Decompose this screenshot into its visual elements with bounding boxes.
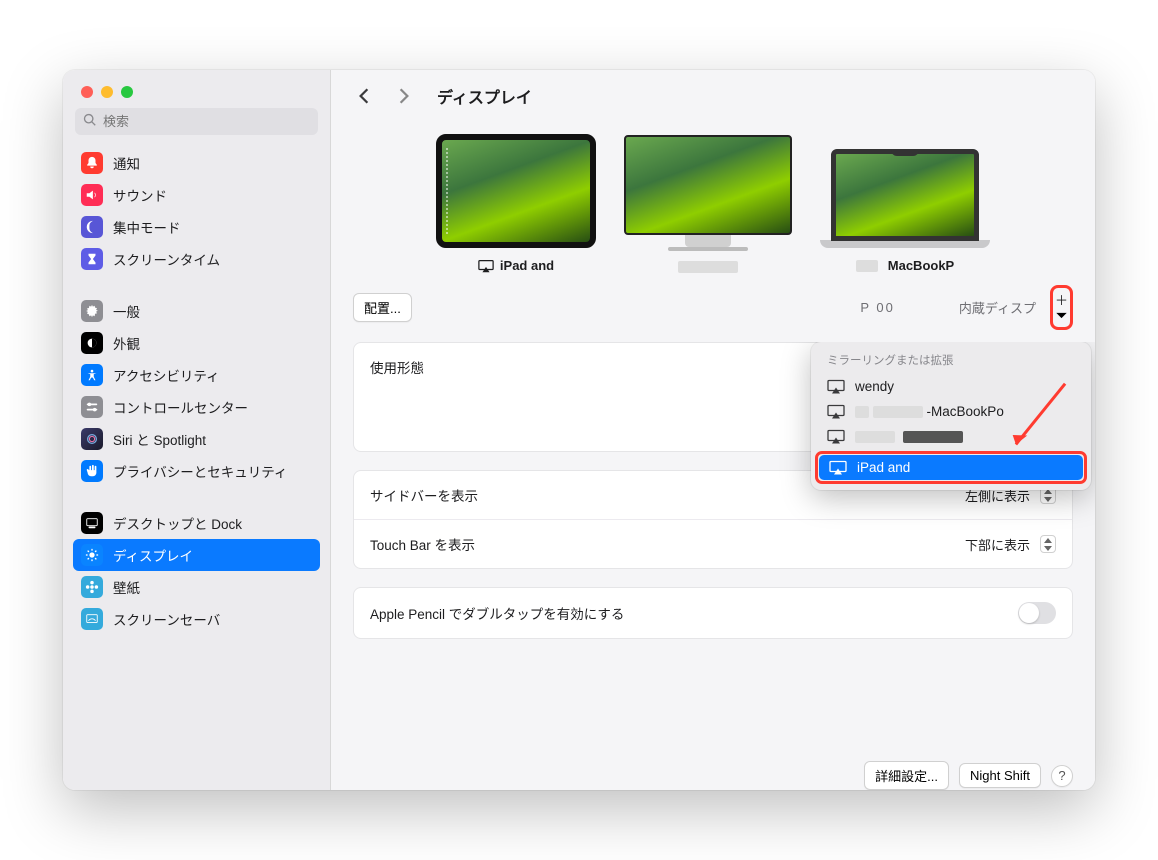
brightness-icon [81, 544, 103, 566]
show-touchbar-label: Touch Bar を表示 [370, 534, 965, 554]
arrangement-controls: 配置... P 00 内蔵ディスプ ＋ [331, 277, 1095, 342]
sidebar-item-label: アクセシビリティ [113, 365, 220, 385]
arrange-button[interactable]: 配置... [353, 293, 412, 322]
sidebar-item-screentime[interactable]: スクリーンタイム [73, 243, 320, 275]
sidebar-item-sound[interactable]: サウンド [73, 179, 320, 211]
hand-icon [81, 460, 103, 482]
screensaver-icon [81, 608, 103, 630]
night-shift-button[interactable]: Night Shift [959, 763, 1041, 788]
display-macbook[interactable]: MacBookP [820, 149, 990, 273]
bell-icon [81, 152, 103, 174]
moon-icon [81, 216, 103, 238]
main-content: ディスプレイ iPad and MacBoo [331, 70, 1095, 790]
close-button[interactable] [81, 86, 93, 98]
sidebar-item-focus[interactable]: 集中モード [73, 211, 320, 243]
sidebar-item-label: デスクトップと Dock [113, 513, 242, 533]
maximize-button[interactable] [121, 86, 133, 98]
sidebar-item-privacy[interactable]: プライバシーとセキュリティ [73, 455, 320, 487]
pencil-doubletap-switch[interactable] [1018, 602, 1056, 624]
appearance-icon [81, 332, 103, 354]
header: ディスプレイ [331, 70, 1095, 118]
sidebar-item-wallpaper[interactable]: 壁紙 [73, 571, 320, 603]
sidebar-item-label: サウンド [113, 185, 167, 205]
forward-button[interactable] [393, 85, 415, 107]
display-ipad[interactable]: iPad and [436, 134, 596, 273]
sidebar-item-label: コントロールセンター [113, 397, 248, 417]
panel-pencil: Apple Pencil でダブルタップを有効にする [353, 587, 1073, 639]
popover-section-title: ミラーリングまたは拡張 [817, 350, 1085, 374]
sidebar-item-desktop[interactable]: デスクトップと Dock [73, 507, 320, 539]
sidebar-item-displays[interactable]: ディスプレイ [73, 539, 320, 571]
popover-item-label: iPad and [857, 460, 910, 475]
sidebar-item-label: スクリーンタイム [113, 249, 220, 269]
sidebar-item-label: 通知 [113, 153, 140, 173]
sidebar-item-label: 一般 [113, 301, 140, 321]
sidebar-item-label: ディスプレイ [113, 545, 193, 565]
accessibility-icon [81, 364, 103, 386]
speaker-icon [81, 184, 103, 206]
sidebar-item-label: 外観 [113, 333, 140, 353]
sidebar-item-appearance[interactable]: 外観 [73, 327, 320, 359]
dock-icon [81, 512, 103, 534]
search-icon [83, 113, 103, 130]
popover-item-label: -MacBookPo [855, 404, 1004, 419]
back-button[interactable] [353, 85, 375, 107]
annotation-highlight-add: ＋ [1050, 285, 1073, 330]
display-name: iPad and [500, 258, 554, 273]
popover-item-label: wendy [855, 379, 894, 394]
flower-icon [81, 576, 103, 598]
sidebar-item-label: プライバシーとセキュリティ [113, 461, 287, 481]
sidebar-item-general[interactable]: 一般 [73, 295, 320, 327]
gear-icon [81, 300, 103, 322]
hourglass-icon [81, 248, 103, 270]
search-input[interactable] [103, 114, 310, 129]
display-subtitle: 内蔵ディスプ [959, 298, 1036, 317]
help-button[interactable]: ? [1051, 765, 1073, 787]
add-display-button[interactable]: ＋ [1055, 293, 1068, 308]
search-field[interactable] [75, 108, 318, 135]
window-controls [63, 70, 330, 108]
display-name: MacBookP [888, 258, 954, 273]
stepper-icon [1040, 535, 1056, 553]
sidebar-item-accessibility[interactable]: アクセシビリティ [73, 359, 320, 391]
airplay-icon [478, 259, 494, 273]
sliders-icon [81, 396, 103, 418]
page-title: ディスプレイ [437, 84, 532, 108]
sidebar-item-screensaver[interactable]: スクリーンセーバ [73, 603, 320, 635]
settings-window: 通知 サウンド 集中モード スクリーンタイム 一般 外観 [63, 70, 1095, 790]
displays-arrangement: iPad and MacBookP [331, 118, 1095, 277]
footer-buttons: 詳細設定... Night Shift ? [331, 761, 1095, 790]
settings-panels: 使用形態 サイドバーを表示 左側に表示 Touch Bar を表示 [331, 342, 1095, 761]
minimize-button[interactable] [101, 86, 113, 98]
sidebar-item-siri[interactable]: Siri と Spotlight [73, 423, 320, 455]
sidebar-item-label: 壁紙 [113, 577, 140, 597]
sidebar-item-label: Siri と Spotlight [113, 429, 206, 449]
sidebar-item-controlcenter[interactable]: コントロールセンター [73, 391, 320, 423]
popover-item-label [855, 429, 963, 444]
display-id-fragment: P 00 [860, 300, 895, 315]
show-touchbar-select[interactable]: 下部に表示 [965, 535, 1056, 554]
sidebar-item-label: スクリーンセーバ [113, 609, 220, 629]
sidebar-item-notifications[interactable]: 通知 [73, 147, 320, 179]
pencil-doubletap-label: Apple Pencil でダブルタップを有効にする [370, 603, 1018, 623]
sidebar: 通知 サウンド 集中モード スクリーンタイム 一般 外観 [63, 70, 331, 790]
add-display-menu-chevron[interactable] [1055, 310, 1068, 325]
siri-icon [81, 428, 103, 450]
advanced-button[interactable]: 詳細設定... [864, 761, 949, 790]
sidebar-item-label: 集中モード [113, 217, 181, 237]
display-external[interactable] [624, 135, 792, 273]
